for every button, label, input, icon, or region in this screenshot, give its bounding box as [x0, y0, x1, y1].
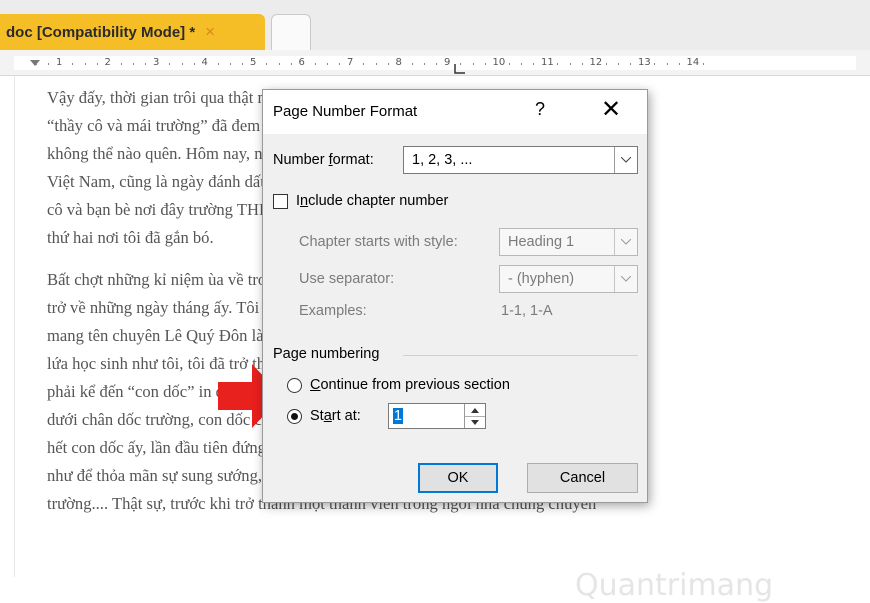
ruler-dot	[193, 63, 195, 65]
chevron-down-icon[interactable]	[614, 266, 637, 292]
ruler-dot	[557, 63, 558, 65]
ruler-dot	[581, 63, 583, 65]
ruler-dot	[702, 63, 704, 65]
ruler-dot	[290, 63, 292, 65]
chapter-style-select[interactable]: Heading 1	[499, 228, 638, 256]
ruler-dot	[508, 63, 510, 65]
ruler-number: 5	[250, 57, 257, 68]
ruler-dot	[424, 63, 425, 65]
close-icon[interactable]: ×	[205, 22, 215, 42]
ruler-dot	[230, 63, 231, 65]
number-format-select[interactable]: 1, 2, 3, ...	[403, 146, 638, 174]
start-at-input[interactable]: 1	[393, 408, 404, 424]
ruler-number: 1	[56, 57, 63, 68]
document-tab-title: doc [Compatibility Mode] *	[6, 23, 196, 41]
ruler-dot	[217, 63, 219, 65]
ruler-dot	[654, 63, 655, 65]
ruler-dot	[666, 63, 668, 65]
ruler-track	[14, 56, 856, 70]
ruler-number: 11	[541, 57, 554, 68]
tab-stop-icon[interactable]	[454, 64, 466, 74]
horizontal-ruler[interactable]: 1 2 3 4 5 6 7 8 9 10 11 12 13 14	[0, 50, 870, 76]
new-tab-button[interactable]	[271, 14, 311, 50]
chapter-style-label: Chapter starts with style:	[299, 234, 458, 250]
separator-value: - (hyphen)	[508, 271, 575, 287]
ruler-dot	[630, 63, 631, 65]
ruler-dot	[436, 63, 437, 65]
ruler-marker-icon[interactable]	[30, 60, 40, 70]
ruler-dot	[278, 63, 280, 65]
ruler-number: 7	[347, 57, 354, 68]
ruler-number: 13	[638, 57, 651, 68]
ruler-dot	[36, 63, 37, 65]
ruler-dot	[678, 63, 680, 65]
ok-button[interactable]: OK	[418, 463, 498, 493]
chevron-down-icon[interactable]	[465, 416, 485, 428]
ruler-number: 2	[104, 57, 111, 68]
ruler-number: 3	[153, 57, 160, 68]
include-chapter-label[interactable]: Include chapter number	[296, 193, 448, 209]
ruler-dot	[48, 63, 49, 65]
ruler-dot	[327, 63, 328, 65]
ruler-dot	[339, 63, 340, 65]
separator-label: Use separator:	[299, 271, 395, 287]
ruler-dot	[84, 63, 86, 65]
separator-select[interactable]: - (hyphen)	[499, 265, 638, 293]
ruler-number: 6	[298, 57, 305, 68]
watermark: Quantrimang	[575, 568, 774, 603]
ruler-dot	[411, 63, 413, 65]
ruler-dot	[72, 63, 73, 65]
tab-strip: doc [Compatibility Mode] * ×	[0, 0, 870, 50]
page-numbering-label: Page numbering	[273, 346, 380, 362]
ruler-number: 12	[589, 57, 603, 68]
ruler-number: 14	[686, 57, 700, 68]
ruler-number: 4	[201, 57, 208, 68]
start-at-label[interactable]: Start at:	[310, 408, 361, 424]
ruler-dot	[387, 63, 389, 65]
cancel-button[interactable]: Cancel	[527, 463, 638, 493]
ruler-number: 9	[444, 57, 451, 68]
start-at-radio[interactable]	[287, 409, 302, 424]
dialog-titlebar: Page Number Format ? ✕	[263, 90, 647, 134]
start-at-stepper[interactable]: 1	[388, 403, 486, 429]
ruler-dot	[96, 63, 98, 65]
ruler-dot	[618, 63, 619, 65]
chapter-style-value: Heading 1	[508, 234, 575, 250]
ruler-dot	[533, 63, 534, 65]
ruler-dot	[569, 63, 571, 65]
ruler-dot	[460, 63, 461, 65]
examples-value: 1-1, 1-A	[501, 303, 553, 319]
document-tab[interactable]: doc [Compatibility Mode] * ×	[0, 14, 265, 50]
ruler-dot	[605, 63, 607, 65]
number-format-value: 1, 2, 3, ...	[412, 152, 473, 168]
number-format-label: Number format:	[273, 152, 374, 168]
close-icon[interactable]: ✕	[601, 95, 621, 124]
ruler-dot	[375, 63, 377, 65]
stepper-buttons	[464, 404, 485, 428]
help-icon[interactable]: ?	[535, 99, 545, 120]
page-number-format-dialog: Page Number Format ? ✕ Number format: 1,…	[262, 89, 648, 503]
ruler-dot	[133, 63, 134, 65]
examples-label: Examples:	[299, 303, 367, 319]
ruler-dot	[242, 63, 243, 65]
chevron-down-icon[interactable]	[614, 229, 637, 255]
continue-radio[interactable]	[287, 378, 302, 393]
ruler-dot	[181, 63, 183, 65]
ruler-number: 8	[395, 57, 402, 68]
ruler-dot	[169, 63, 170, 65]
ruler-dot	[145, 63, 146, 65]
continue-label[interactable]: Continue from previous section	[310, 377, 510, 393]
ruler-dot	[314, 63, 316, 65]
include-chapter-checkbox[interactable]	[273, 194, 288, 209]
ruler-dot	[484, 63, 486, 65]
chevron-down-icon[interactable]	[614, 147, 637, 173]
dialog-title: Page Number Format	[273, 103, 418, 120]
group-divider	[403, 355, 638, 356]
ruler-dot	[266, 63, 267, 65]
ruler-dot	[472, 63, 474, 65]
ruler-dot	[521, 63, 522, 65]
ruler-dot	[120, 63, 122, 65]
ruler-dot	[363, 63, 364, 65]
ruler-number: 10	[492, 57, 506, 68]
